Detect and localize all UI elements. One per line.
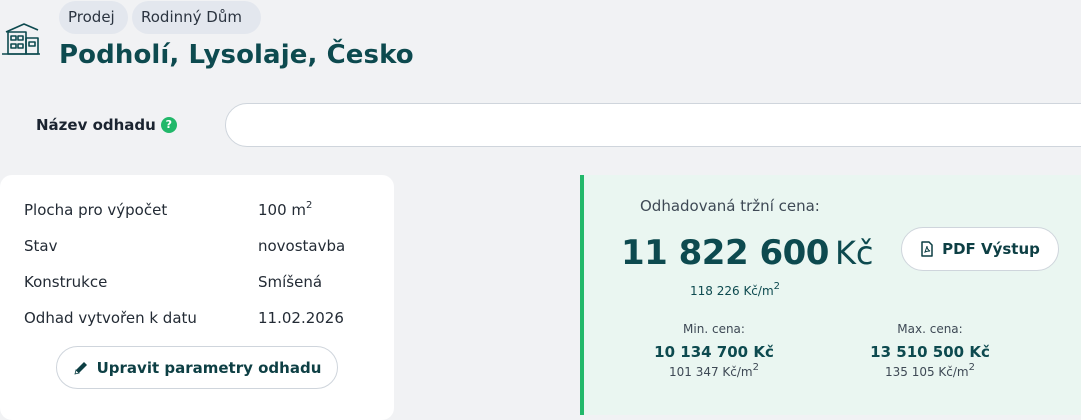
- price-per-sqm: 118 226 Kč/m2: [690, 281, 781, 299]
- tag-transaction-type: Prodej: [59, 1, 128, 34]
- param-label: Odhad vytvořen k datu: [24, 309, 197, 327]
- price-panel: Odhadovaná tržní cena: 11 822 600 Kč 118 …: [580, 175, 1081, 415]
- pdf-export-label: PDF Výstup: [942, 240, 1040, 258]
- param-value: 100 m2: [258, 200, 313, 220]
- pencil-icon: [74, 361, 87, 375]
- param-row-date: Odhad vytvořen k datu 11.02.2026: [24, 309, 374, 331]
- param-label: Plocha pro výpočet: [24, 201, 168, 219]
- param-value: 11.02.2026: [258, 309, 344, 327]
- min-price: Min. cena: 10 134 700 Kč 101 347 Kč/m2: [634, 322, 794, 379]
- pdf-export-button[interactable]: PDF Výstup: [901, 227, 1059, 271]
- max-price: Max. cena: 13 510 500 Kč 135 105 Kč/m2: [850, 322, 1010, 379]
- page-title: Podholí, Lysolaje, Česko: [59, 40, 414, 70]
- max-price-label: Max. cena:: [897, 322, 963, 336]
- param-value: novostavba: [258, 237, 346, 255]
- max-price-value: 13 510 500 Kč: [870, 343, 990, 361]
- param-row-condition: Stav novostavba: [24, 237, 374, 259]
- estimate-name-label: Název odhadu ?: [36, 116, 177, 134]
- param-row-area: Plocha pro výpočet 100 m2: [24, 201, 374, 223]
- param-label: Konstrukce: [24, 273, 108, 291]
- edit-parameters-label: Upravit parametry odhadu: [96, 358, 322, 377]
- edit-parameters-button[interactable]: Upravit parametry odhadu: [56, 346, 338, 389]
- estimate-name-input[interactable]: [225, 103, 1081, 147]
- min-price-per-sqm: 101 347 Kč/m2: [668, 362, 759, 380]
- estimated-price-value: 11 822 600: [621, 233, 829, 273]
- min-price-value: 10 134 700 Kč: [654, 343, 774, 361]
- param-row-construction: Konstrukce Smíšená: [24, 273, 374, 295]
- param-value: Smíšená: [258, 273, 323, 291]
- estimated-price-label: Odhadovaná tržní cena:: [640, 197, 820, 215]
- help-icon[interactable]: ?: [160, 117, 177, 133]
- min-price-label: Min. cena:: [683, 322, 745, 336]
- house-icon: [2, 23, 40, 55]
- pdf-file-icon: [921, 241, 933, 257]
- tag-property-type: Rodinný Dům: [132, 1, 261, 34]
- estimate-name-label-text: Název odhadu: [36, 116, 156, 134]
- param-label: Stav: [24, 237, 58, 255]
- max-price-per-sqm: 135 105 Kč/m2: [884, 362, 975, 380]
- currency: Kč: [834, 234, 874, 272]
- estimated-price: 11 822 600 Kč: [621, 233, 874, 273]
